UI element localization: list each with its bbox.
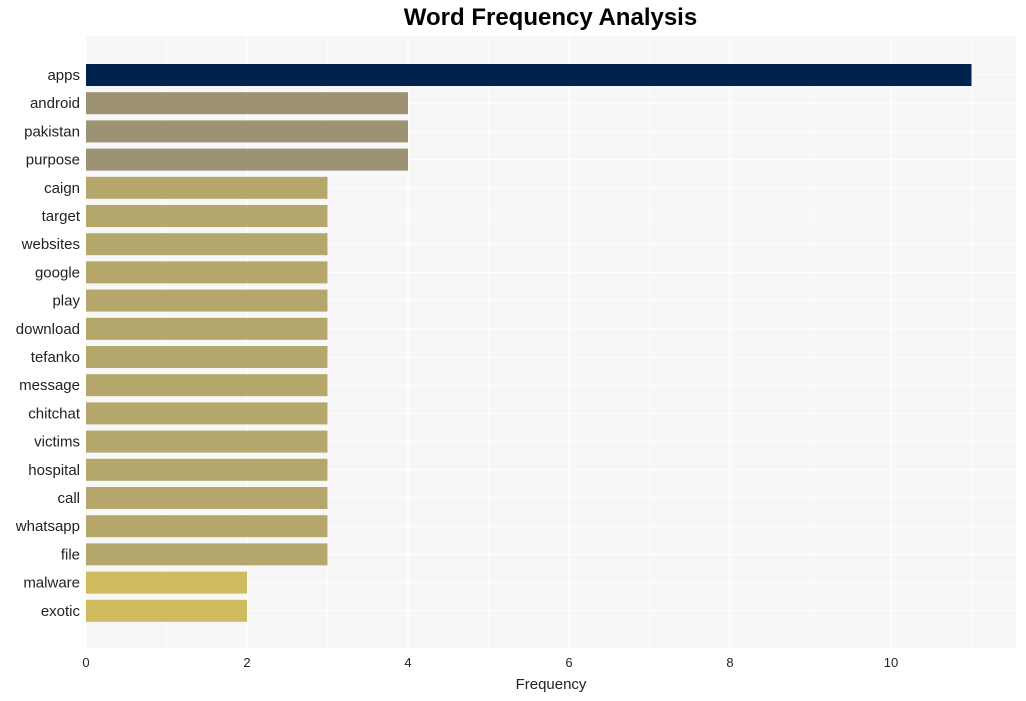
y-tick-label: victims <box>34 434 80 451</box>
bar-hospital <box>86 458 328 481</box>
y-tick-label: chitchat <box>28 405 81 422</box>
y-tick-label: android <box>30 95 80 112</box>
bar-play <box>86 289 328 312</box>
bar-exotic <box>86 599 247 622</box>
bar-file <box>86 543 328 566</box>
y-tick-label: download <box>16 321 80 338</box>
bar-whatsapp <box>86 515 328 538</box>
x-axis-label: Frequency <box>516 676 587 693</box>
y-tick-label: malware <box>23 575 80 592</box>
y-tick-label: pakistan <box>24 123 80 140</box>
bar-websites <box>86 233 328 256</box>
y-tick-label: apps <box>47 67 80 84</box>
bar-caign <box>86 176 328 199</box>
bar-pakistan <box>86 120 408 143</box>
y-tick-label: caign <box>44 180 80 197</box>
x-tick-label: 8 <box>726 655 733 670</box>
bar-target <box>86 205 328 227</box>
y-tick-label: websites <box>21 236 80 253</box>
x-axis-ticks: 0 2 4 6 8 10 <box>82 655 898 670</box>
bar-purpose <box>86 148 408 171</box>
bar-malware <box>86 571 247 594</box>
y-axis-labels: apps android pakistan purpose caign target web… <box>15 67 81 620</box>
bar-chitchat <box>86 402 328 425</box>
y-tick-label: purpose <box>26 152 80 169</box>
x-tick-label: 6 <box>565 655 572 670</box>
bar-apps <box>86 64 972 86</box>
y-tick-label: play <box>52 293 80 310</box>
y-tick-label: target <box>42 208 81 225</box>
y-tick-label: whatsapp <box>15 518 80 535</box>
bar-victims <box>86 430 328 453</box>
y-tick-label: exotic <box>41 603 81 620</box>
bar-google <box>86 261 328 284</box>
x-tick-label: 0 <box>82 655 89 670</box>
y-tick-label: hospital <box>28 462 80 479</box>
x-tick-label: 4 <box>404 655 411 670</box>
y-tick-label: call <box>57 490 80 507</box>
bar-chart: apps android pakistan purpose caign target web… <box>15 36 1016 693</box>
y-tick-label: tefanko <box>31 349 80 366</box>
bar-tefanko <box>86 346 328 368</box>
bar-download <box>86 317 328 340</box>
y-tick-label: file <box>61 546 80 563</box>
y-tick-label: google <box>35 264 80 281</box>
y-tick-label: message <box>19 377 80 394</box>
x-tick-label: 10 <box>884 655 898 670</box>
x-tick-label: 2 <box>243 655 250 670</box>
bar-call <box>86 487 328 509</box>
bar-android <box>86 92 408 115</box>
bar-message <box>86 374 328 397</box>
